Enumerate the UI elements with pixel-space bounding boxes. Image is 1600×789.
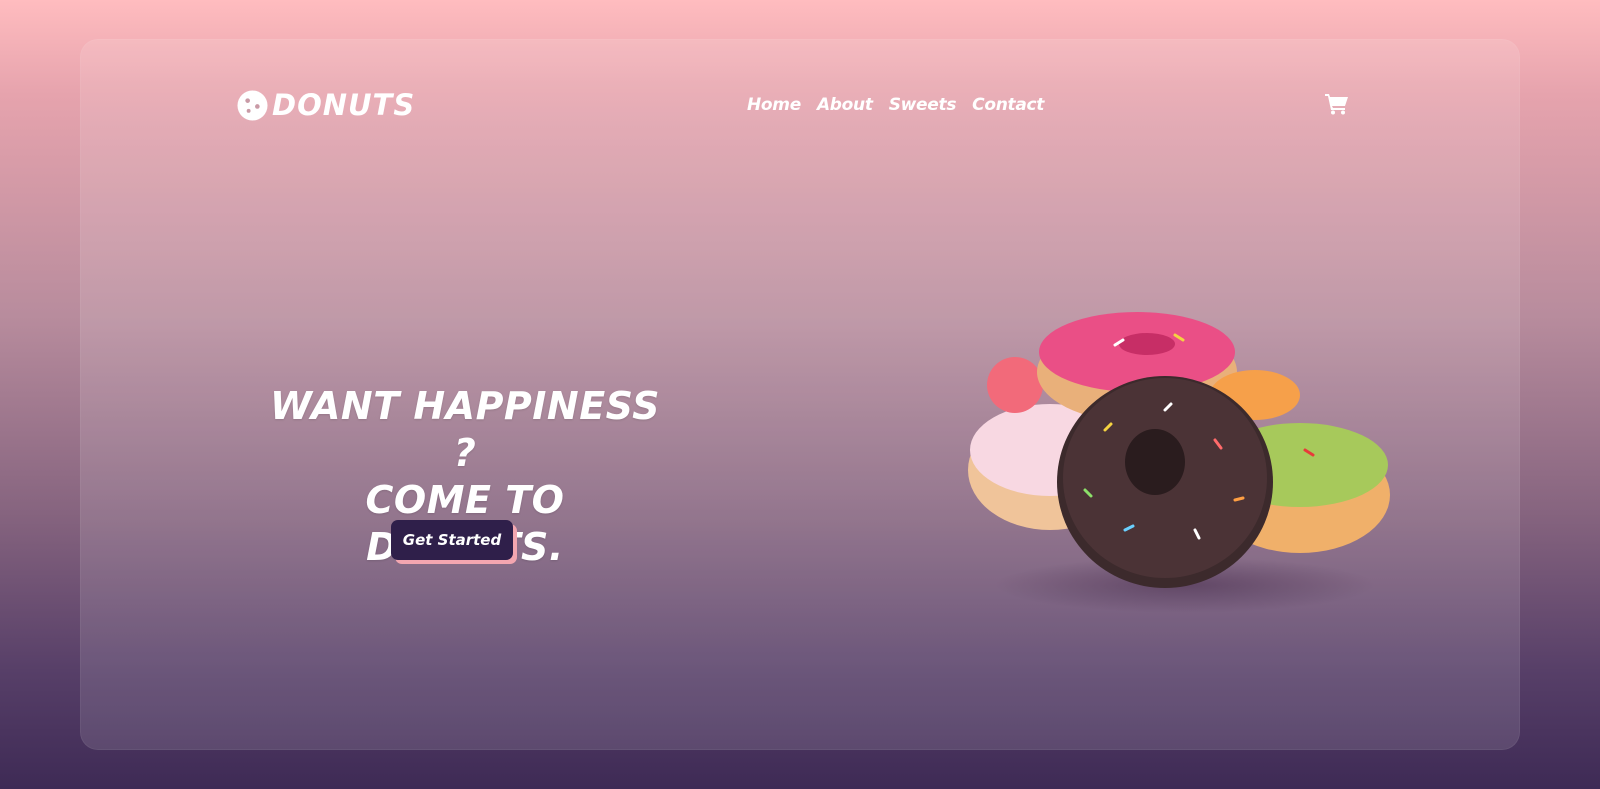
brand-name: DONUTS: [272, 88, 416, 122]
nav-about[interactable]: About: [817, 95, 873, 115]
main-nav: Home About Sweets Contact: [747, 93, 1044, 117]
nav-contact[interactable]: Contact: [972, 95, 1044, 115]
nav-home[interactable]: Home: [747, 95, 801, 115]
donuts-stack-image: [968, 312, 1390, 613]
get-started-button[interactable]: Get Started: [391, 520, 513, 560]
donut-icon: [237, 89, 268, 121]
nav-sweets[interactable]: Sweets: [889, 95, 957, 115]
cart-icon[interactable]: [1325, 93, 1349, 115]
hero-title-line-1: WANT HAPPINESS ?: [269, 384, 661, 475]
brand-logo[interactable]: DONUTS: [237, 88, 415, 122]
